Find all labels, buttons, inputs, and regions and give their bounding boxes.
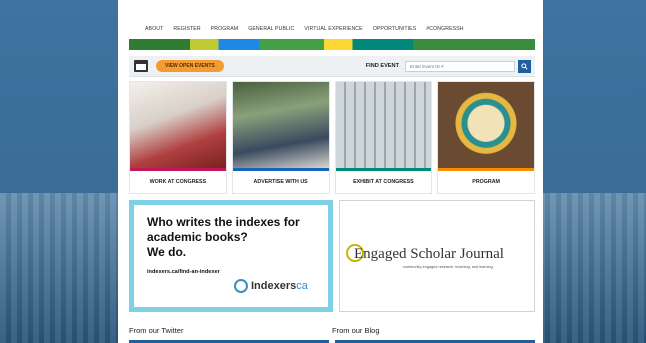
headline-line: Who writes the indexes for	[147, 215, 300, 229]
nav-general-public[interactable]: GENERAL PUBLIC	[248, 26, 294, 32]
journal-title: Engaged Scholar Journal	[354, 246, 504, 262]
search-button[interactable]	[518, 59, 531, 73]
nav-about[interactable]: ABOUT	[145, 26, 163, 32]
feed-section-headers: From our Twitter From our Blog	[129, 326, 535, 335]
work-at-congress-photo	[130, 82, 226, 168]
nav-virtual-experience[interactable]: VIRTUAL EXPERIENCE	[304, 26, 362, 32]
program-artwork-photo	[438, 82, 534, 168]
journal-tagline: community-engaged research, teaching, an…	[403, 265, 493, 269]
headline-line: We do.	[147, 245, 187, 259]
advertise-photo	[232, 82, 329, 168]
brand-suffix: ca	[296, 280, 308, 292]
nav-opportunities[interactable]: OPPORTUNITIES	[373, 26, 417, 32]
event-toolbar: VIEW OPEN EVENTS FIND EVENT	[129, 56, 535, 77]
tile-label: PROGRAM	[438, 171, 534, 193]
advertisements: Who writes the indexes for academic book…	[129, 200, 535, 312]
tile-exhibit-at-congress[interactable]: EXHIBIT AT CONGRESS	[334, 81, 433, 194]
indexers-brand-name: Indexersca	[251, 280, 308, 292]
find-event-label: FIND EVENT	[365, 63, 399, 69]
tile-label: ADVERTISE WITH US	[232, 171, 329, 193]
event-id-input[interactable]	[405, 60, 515, 72]
nav-register[interactable]: REGISTER	[173, 26, 200, 32]
indexers-headline: Who writes the indexes for academic book…	[147, 215, 317, 260]
blog-section-title: From our Blog	[332, 326, 380, 335]
top-navigation: ABOUT REGISTER PROGRAM GENERAL PUBLIC VI…	[145, 21, 535, 37]
nav-program[interactable]: PROGRAM	[211, 26, 239, 32]
view-open-events-button[interactable]: VIEW OPEN EVENTS	[156, 60, 224, 72]
tile-advertise-with-us[interactable]: ADVERTISE WITH US	[231, 81, 330, 194]
indexers-ad[interactable]: Who writes the indexes for academic book…	[129, 200, 333, 312]
indexers-logo-icon	[234, 279, 248, 293]
tile-program[interactable]: PROGRAM	[437, 81, 535, 194]
tile-label: WORK AT CONGRESS	[130, 171, 226, 193]
calendar-icon	[134, 60, 148, 72]
headline-line: academic books?	[147, 230, 248, 244]
tile-label: EXHIBIT AT CONGRESS	[335, 171, 432, 193]
exhibit-photo	[335, 82, 432, 168]
feature-tiles: WORK AT CONGRESS ADVERTISE WITH US EXHIB…	[129, 81, 535, 194]
main-content-panel: ABOUT REGISTER PROGRAM GENERAL PUBLIC VI…	[118, 0, 543, 343]
decorative-banner-strip	[129, 39, 535, 50]
nav-congressh[interactable]: #CONGRESSH	[426, 26, 463, 32]
tile-work-at-congress[interactable]: WORK AT CONGRESS	[129, 81, 227, 194]
twitter-section-title: From our Twitter	[129, 326, 184, 335]
indexers-logo: Indexersca	[234, 279, 308, 293]
brand-main: Indexers	[251, 280, 297, 292]
indexers-url: indexers.ca/find-an-indexer	[147, 269, 220, 275]
engaged-scholar-journal-ad[interactable]: Engaged Scholar Journal community-engage…	[339, 200, 535, 312]
search-icon	[521, 62, 528, 70]
